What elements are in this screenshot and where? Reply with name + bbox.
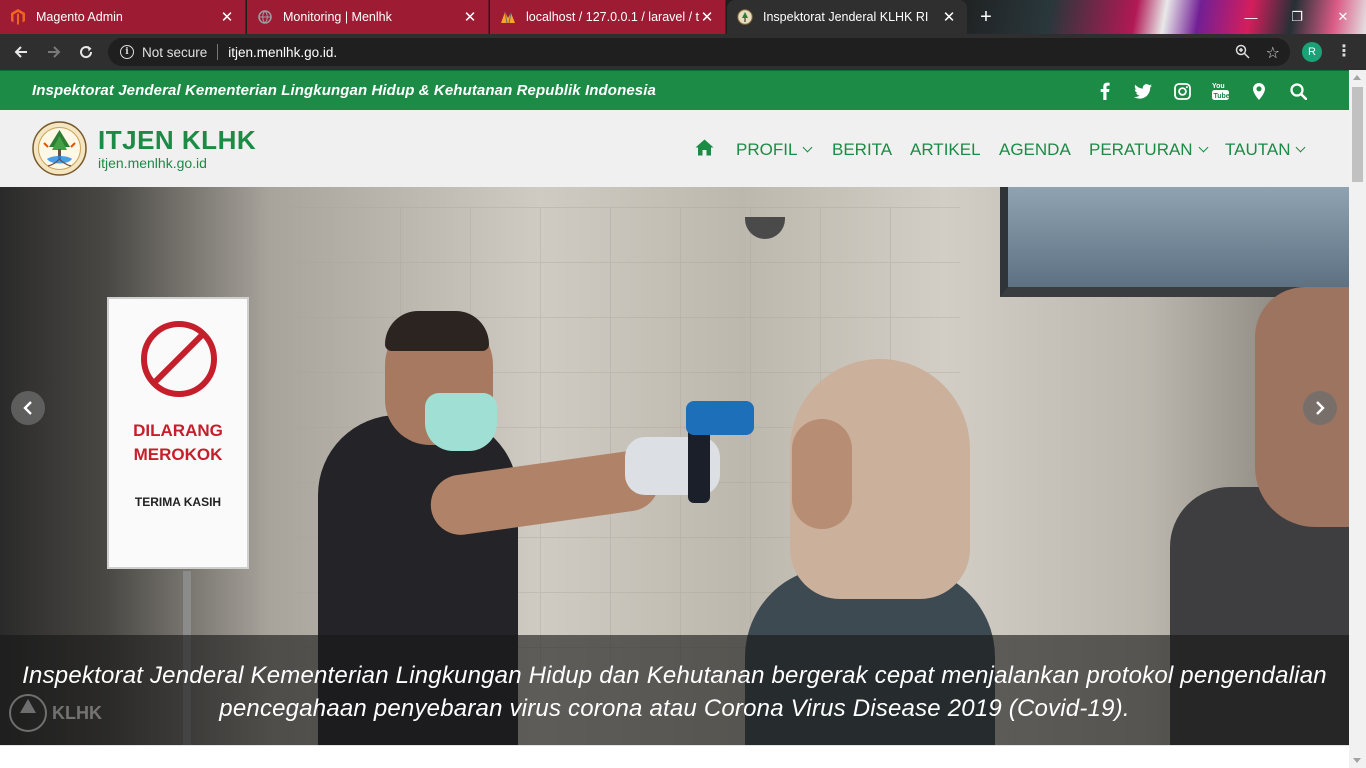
tab-title: Monitoring | Menlhk xyxy=(283,10,392,24)
back-button[interactable] xyxy=(9,40,33,64)
nav-label: PROFIL xyxy=(736,140,798,159)
tab-close-icon[interactable]: ✕ xyxy=(941,8,957,26)
profile-avatar[interactable]: R xyxy=(1302,42,1322,62)
nav-profil[interactable]: PROFIL xyxy=(736,139,813,161)
browser-menu-icon[interactable]: ⋮ xyxy=(1336,42,1352,62)
map-pin-icon[interactable] xyxy=(1247,79,1271,103)
zoom-icon[interactable] xyxy=(1235,44,1250,64)
tab-phpmyadmin[interactable]: localhost / 127.0.0.1 / laravel / tb ✕ xyxy=(490,0,726,34)
slide-photo-window xyxy=(1000,187,1349,297)
nav-label: AGENDA xyxy=(999,140,1071,159)
nav-label: TAUTAN xyxy=(1225,140,1291,159)
watermark-text: KLHK xyxy=(52,702,102,723)
twitter-icon[interactable] xyxy=(1131,79,1155,103)
site-tagline: Inspektorat Jenderal Kementerian Lingkun… xyxy=(32,82,656,99)
browser-toolbar: i Not secure itjen.menlhk.go.id. ☆ R ⋮ xyxy=(0,34,1366,70)
klhk-watermark-logo xyxy=(9,693,47,732)
info-icon[interactable]: i xyxy=(120,45,134,59)
bookmark-star-icon[interactable]: ☆ xyxy=(1266,43,1280,63)
reload-button[interactable] xyxy=(74,40,98,64)
nav-tautan[interactable]: TAUTAN xyxy=(1225,139,1306,161)
klhk-watermark: KLHK xyxy=(8,685,128,740)
page-viewport: Inspektorat Jenderal Kementerian Lingkun… xyxy=(0,70,1366,768)
slide-caption: Inspektorat Jenderal Kementerian Lingkun… xyxy=(22,662,1327,722)
scrollbar-thumb[interactable] xyxy=(1352,87,1363,182)
security-label[interactable]: Not secure xyxy=(142,45,207,60)
home-icon[interactable] xyxy=(695,139,714,156)
page-content-below-fold xyxy=(0,745,1349,768)
sign-thanks: TERIMA KASIH xyxy=(134,495,222,509)
main-navigation: PROFIL BERITA ARTIKEL AGENDA PERATURAN T… xyxy=(0,139,1349,161)
globe-icon xyxy=(257,9,273,25)
tab-title: localhost / 127.0.0.1 / laravel / tb xyxy=(526,10,699,24)
sign-title: DILARANG MEROKOK xyxy=(133,421,223,464)
chevron-left-icon xyxy=(23,401,32,415)
nav-peraturan[interactable]: PERATURAN xyxy=(1089,139,1209,161)
tab-title: Magento Admin xyxy=(36,10,123,24)
tab-close-icon[interactable]: ✕ xyxy=(219,8,235,26)
youtube-icon[interactable]: You Tube xyxy=(1208,79,1232,103)
page-scrollbar[interactable] xyxy=(1349,70,1366,768)
slide-photo-thermometer-handle xyxy=(688,423,710,503)
window-minimize-button[interactable]: — xyxy=(1228,0,1274,34)
chevron-right-icon xyxy=(1316,401,1325,415)
scroll-up-arrow-icon[interactable] xyxy=(1353,75,1361,80)
slide-photo-woman-face xyxy=(792,419,852,529)
tab-close-icon[interactable]: ✕ xyxy=(462,8,478,26)
arrow-left-icon xyxy=(14,46,27,58)
window-close-button[interactable]: ✕ xyxy=(1320,0,1366,34)
no-smoking-sign: DILARANG MEROKOK TERIMA KASIH xyxy=(107,297,249,569)
nav-agenda[interactable]: AGENDA xyxy=(999,139,1071,161)
window-restore-button[interactable]: ❐ xyxy=(1274,0,1320,34)
site-header: ITJEN KLHK itjen.menlhk.go.id PROFIL BER… xyxy=(0,110,1349,187)
nav-label: BERITA xyxy=(832,140,893,159)
phpmyadmin-icon xyxy=(500,9,516,25)
slider-prev-button[interactable] xyxy=(11,391,45,425)
nav-label: PERATURAN xyxy=(1089,140,1193,159)
arrow-right-icon xyxy=(48,46,61,58)
tab-title: Inspektorat Jenderal KLHK RI xyxy=(763,10,929,24)
nav-label: ARTIKEL xyxy=(910,140,981,159)
svg-text:You: You xyxy=(1212,83,1225,90)
slide-photo-face-mask xyxy=(425,393,497,451)
reload-icon xyxy=(80,46,93,59)
svg-text:Tube: Tube xyxy=(1213,93,1229,100)
tab-monitoring-menlhk[interactable]: Monitoring | Menlhk ✕ xyxy=(247,0,489,34)
tab-inspektorat-klhk[interactable]: Inspektorat Jenderal KLHK RI ✕ xyxy=(727,0,967,34)
slider-next-button[interactable] xyxy=(1303,391,1337,425)
browser-tab-strip: Magento Admin ✕ Monitoring | Menlhk ✕ lo… xyxy=(0,0,1366,34)
scroll-down-arrow-icon[interactable] xyxy=(1353,758,1361,763)
klhk-icon xyxy=(737,9,753,25)
facebook-icon[interactable] xyxy=(1093,79,1117,103)
address-bar[interactable]: i Not secure itjen.menlhk.go.id. ☆ xyxy=(108,38,1290,66)
slide-photo-thermometer xyxy=(686,401,754,435)
hero-slider[interactable]: DILARANG MEROKOK TERIMA KASIH Inspektora… xyxy=(0,187,1349,745)
slide-photo-officer-hair xyxy=(385,311,489,351)
search-icon[interactable] xyxy=(1286,79,1310,103)
chevron-down-icon xyxy=(1198,142,1209,153)
new-tab-button[interactable]: + xyxy=(975,6,997,28)
forward-button[interactable] xyxy=(42,40,66,64)
tab-magento-admin[interactable]: Magento Admin ✕ xyxy=(0,0,246,34)
instagram-icon[interactable] xyxy=(1170,79,1194,103)
chevron-down-icon xyxy=(802,142,813,153)
address-divider xyxy=(217,44,219,60)
tab-close-icon[interactable]: ✕ xyxy=(699,8,715,26)
magento-icon xyxy=(10,9,26,25)
nav-berita[interactable]: BERITA xyxy=(832,139,892,161)
top-bar: Inspektorat Jenderal Kementerian Lingkun… xyxy=(0,70,1349,110)
chevron-down-icon xyxy=(1296,142,1306,153)
url-text[interactable]: itjen.menlhk.go.id. xyxy=(228,45,337,60)
nav-artikel[interactable]: ARTIKEL xyxy=(910,139,981,161)
